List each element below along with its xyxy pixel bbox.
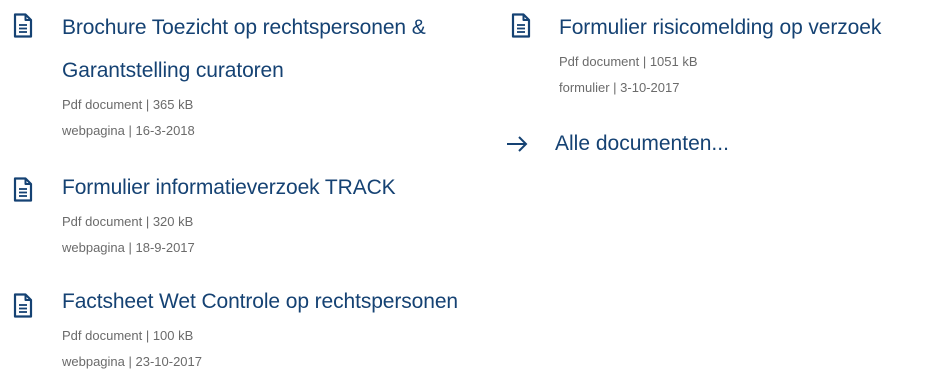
document-icon — [13, 177, 33, 202]
document-category-date: webpagina | 18-9-2017 — [62, 240, 195, 255]
document-icon — [511, 13, 531, 38]
document-category-date: formulier | 3-10-2017 — [559, 80, 680, 95]
all-documents-label[interactable]: Alle documenten... — [555, 128, 729, 160]
document-filetype-size: Pdf document | 365 kB — [62, 97, 194, 112]
document-title-link-continued[interactable]: Garantstelling curatoren — [62, 49, 426, 92]
document-title-link[interactable]: Brochure Toezicht op rechtspersonen & — [62, 6, 426, 49]
document-title-link[interactable]: Factsheet Wet Controle op rechtspersonen — [62, 280, 458, 323]
arrow-right-icon — [505, 132, 529, 156]
document-icon — [13, 13, 33, 38]
document-filetype-size: Pdf document | 320 kB — [62, 214, 194, 229]
document-title-link[interactable]: Formulier informatieverzoek TRACK — [62, 166, 396, 209]
document-title-link[interactable]: Formulier risicomelding op verzoek — [559, 6, 881, 49]
document-category-date: webpagina | 23-10-2017 — [62, 354, 202, 369]
document-filetype-size: Pdf document | 1051 kB — [559, 54, 698, 69]
all-documents-link[interactable]: Alle documenten... — [505, 128, 805, 160]
document-category-date: webpagina | 16-3-2018 — [62, 123, 195, 138]
document-icon — [13, 293, 33, 318]
document-filetype-size: Pdf document | 100 kB — [62, 328, 194, 343]
